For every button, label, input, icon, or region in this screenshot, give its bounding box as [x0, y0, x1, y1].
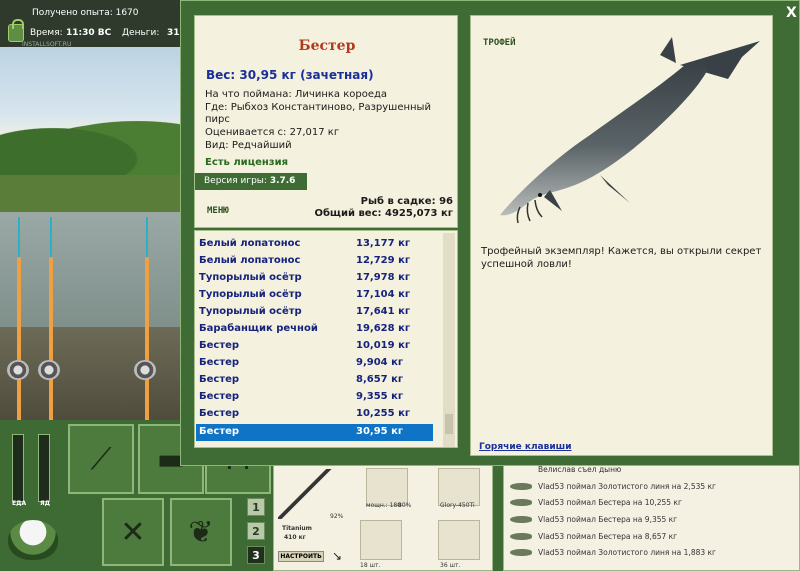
fish-icon: ❦ — [188, 514, 214, 550]
fish-icon — [510, 482, 532, 490]
version-value: 3.7.6 — [269, 176, 296, 186]
log-row: Vlad53 поймал Бестера на 9,355 кг — [510, 511, 677, 527]
table-row[interactable]: Бестер 10,255 кг — [196, 406, 433, 423]
gear-panel: 92% Titanium 410 кг НАСТРОИТЬ ↘ мощн.: 1… — [273, 464, 493, 571]
rod-2[interactable] — [49, 257, 53, 420]
table-row[interactable]: Тупорылый осётр 17,978 кг — [196, 270, 433, 287]
reel-icon-1 — [7, 360, 29, 380]
food-label: ЕДА — [12, 500, 27, 507]
rod-weight: 410 кг — [284, 534, 306, 541]
lock-icon[interactable] — [8, 19, 24, 42]
fish-weight: Вес: 30,95 кг (зачетная) — [206, 68, 374, 82]
line-caption: Glory-450Ti — [440, 502, 475, 509]
hotkeys-link[interactable]: Горячие клавиши — [479, 442, 572, 452]
bait-slot[interactable] — [438, 520, 480, 560]
keepnet-summary: Рыб в садке: 96 Общий вес: 4925,073 кг — [314, 196, 453, 220]
setup-button[interactable]: НАСТРОИТЬ — [278, 551, 324, 562]
valued-from: Оценивается с: 27,017 кг — [205, 127, 340, 138]
fish-kind: Вид: Редчайший — [205, 140, 292, 151]
fishing-scene[interactable] — [0, 47, 182, 420]
catch-list[interactable]: Белый лопатонос 13,177 кг Белый лопатонос… — [194, 230, 458, 448]
table-row[interactable]: Бестер 9,355 кг — [196, 389, 433, 406]
reel-caption: мощн.: 180 — [366, 502, 402, 509]
rod-tip-2 — [50, 217, 52, 257]
location-line-2: пирс — [205, 114, 230, 125]
trophy-text: Трофейный экземпляр! Кажется, вы открыли… — [481, 246, 762, 270]
table-row[interactable]: Белый лопатонос 12,729 кг — [196, 253, 433, 270]
scroll-thumb[interactable] — [445, 414, 453, 434]
rod-percent: 92% — [330, 513, 344, 520]
cauldron-icon[interactable] — [8, 520, 58, 560]
bait-caption: 36 шт. — [440, 562, 461, 569]
food-gauge — [12, 434, 24, 502]
reel-icon-2 — [38, 360, 60, 380]
sturgeon-body — [500, 61, 708, 216]
far-bank — [0, 175, 182, 215]
location-line-1: Где: Рыбхоз Константиново, Разрушенный — [205, 102, 431, 113]
rod-tip-3 — [146, 217, 148, 257]
slot-3-button[interactable]: 3 — [247, 546, 265, 564]
license-status: Есть лицензия — [205, 157, 289, 168]
table-row[interactable]: Тупорылый осётр 17,104 кг — [196, 287, 433, 304]
keepnet-weight: Общий вес: 4925,073 кг — [314, 208, 453, 219]
keepnet-count: Рыб в садке: 96 — [360, 196, 453, 207]
reel-icon-3 — [134, 360, 156, 380]
poison-gauge — [38, 434, 50, 502]
event-log: Велислав съел дыню Vlad53 поймал Золотис… — [503, 464, 800, 571]
rod-tile[interactable]: ⟋ — [68, 424, 134, 494]
log-row: Vlad53 поймал Золотистого линя на 1,883 … — [510, 544, 716, 560]
menu-button[interactable]: МЕНЮ — [207, 206, 229, 216]
cast-arrow-icon[interactable]: ↘ — [332, 549, 342, 563]
fish-icon — [510, 515, 532, 523]
fish-info-panel: Бестер Вес: 30,95 кг (зачетная) На что п… — [194, 15, 458, 228]
table-row[interactable]: Бестер 10,019 кг — [196, 338, 433, 355]
fish-icon — [510, 532, 532, 540]
sturgeon-fin — [660, 37, 676, 63]
rod-name: Titanium — [282, 525, 312, 532]
rod-icon: ⟋ — [90, 441, 112, 477]
table-row[interactable]: Тупорылый осётр 17,641 кг — [196, 304, 433, 321]
caught-on: На что поймана: Личинка короеда — [205, 89, 388, 100]
hook-caption: 18 шт. — [360, 562, 381, 569]
fish-icon — [510, 498, 532, 506]
version-label: Версия игры: — [204, 176, 267, 186]
reel-value: 80% — [398, 502, 412, 509]
knife-fork-icon: ✕ — [120, 514, 146, 550]
sturgeon-eye — [538, 193, 542, 197]
table-row[interactable]: Бестер 9,904 кг — [196, 355, 433, 372]
slot-1-button[interactable]: 1 — [247, 498, 265, 516]
fish-name: Бестер — [298, 38, 356, 54]
table-row[interactable]: Бестер 8,657 кг — [196, 372, 433, 389]
table-row[interactable]: Белый лопатонос 13,177 кг — [196, 236, 433, 253]
hook-slot[interactable] — [360, 520, 402, 560]
rod-tip-1 — [18, 217, 20, 257]
table-row-selected[interactable]: Бестер 30,95 кг — [196, 424, 433, 441]
rod-3[interactable] — [145, 257, 149, 420]
poison-label: ЯД — [40, 500, 50, 507]
sturgeon-image — [500, 37, 760, 224]
close-button[interactable]: X — [786, 5, 797, 21]
rod-1[interactable] — [17, 257, 21, 420]
top-info-bar: Получено опыта: 1670 Время: 11:30 ВС Ден… — [0, 0, 180, 48]
log-row: Vlad53 поймал Бестера на 8,657 кг — [510, 528, 677, 544]
sturgeon-fin — [600, 175, 630, 203]
fish-tile[interactable]: ❦ — [170, 498, 232, 566]
log-row: Vlad53 поймал Золотистого линя на 2,535 … — [510, 478, 716, 494]
money-label: Деньги: — [122, 28, 160, 38]
kitchen-tile[interactable]: ✕ — [102, 498, 164, 566]
experience-text: Получено опыта: 1670 — [32, 8, 139, 18]
water — [0, 212, 182, 332]
fish-icon — [510, 548, 532, 556]
slot-2-button[interactable]: 2 — [247, 522, 265, 540]
game-version: Версия игры: 3.7.6 — [195, 173, 307, 190]
reel-slot[interactable] — [366, 468, 408, 506]
money-value: 31 — [167, 28, 180, 38]
time-label: Время: — [30, 28, 63, 38]
log-row: Vlad53 поймал Бестера на 10,255 кг — [510, 494, 682, 510]
rod-image[interactable] — [278, 469, 334, 519]
time-value: 11:30 ВС — [66, 28, 112, 38]
table-row[interactable]: Барабанщик речной 19,628 кг — [196, 321, 433, 338]
line-slot[interactable] — [438, 468, 480, 506]
